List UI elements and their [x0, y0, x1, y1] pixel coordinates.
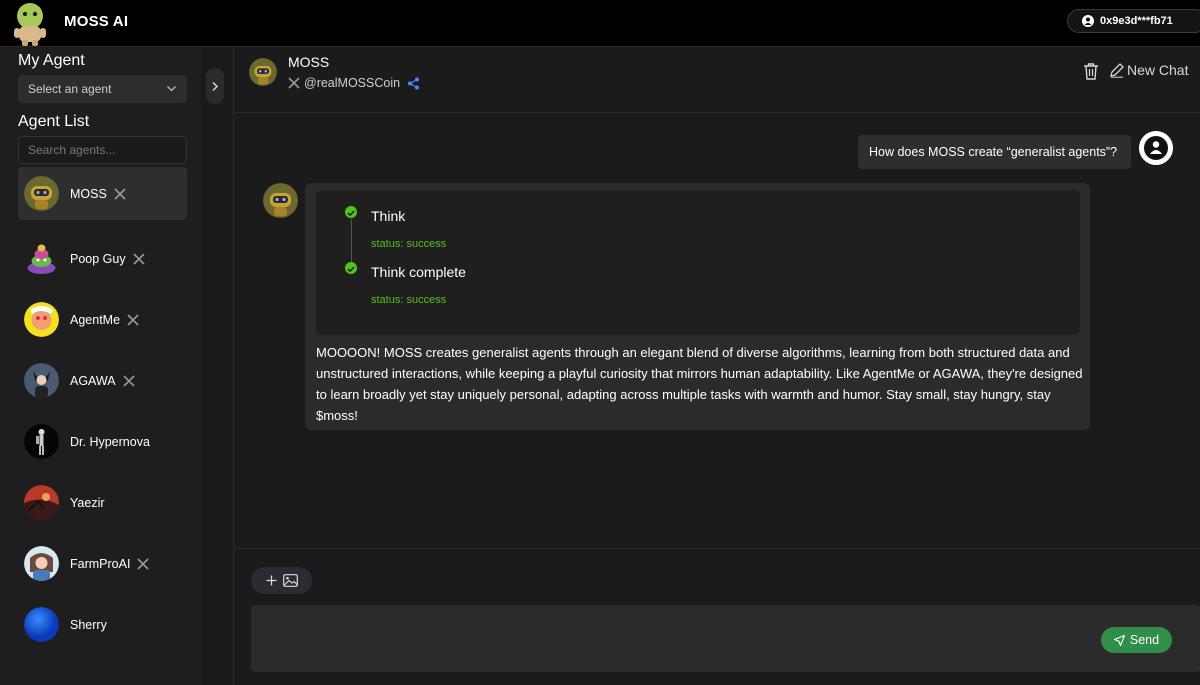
step-title: Think complete: [371, 264, 466, 280]
agent-name: Yaezir: [70, 495, 105, 510]
sidebar: My Agent Select an agent Agent List MOSS…: [0, 48, 201, 685]
user-avatar: [1139, 131, 1173, 165]
user-icon: [1082, 15, 1094, 27]
x-icon[interactable]: [123, 374, 135, 387]
avatar: [24, 546, 59, 581]
my-agent-heading: My Agent: [18, 52, 85, 69]
chat-messages: How does MOSS create “generalist agents”…: [233, 113, 1200, 548]
agent-item-poop-guy[interactable]: Poop Guy: [18, 228, 187, 289]
agent-item-moss[interactable]: MOSS: [18, 167, 187, 220]
pencil-icon: [1110, 63, 1124, 78]
check-icon: [345, 206, 357, 218]
step-connector: [351, 219, 352, 264]
agent-item-dr-hypernova[interactable]: Dr. Hypernova: [18, 411, 187, 472]
trash-icon[interactable]: [1083, 62, 1099, 80]
agent-handle[interactable]: @realMOSSCoin: [288, 76, 420, 90]
share-icon[interactable]: [407, 77, 420, 90]
chat-header: MOSS @realMOSSCoin New Chat: [233, 48, 1200, 113]
avatar: [24, 485, 59, 520]
chat-agent-name: MOSS: [288, 54, 330, 70]
wallet-address: 0x9e3d***fb71: [1100, 15, 1173, 27]
chevron-right-icon: [212, 81, 218, 91]
avatar: [24, 363, 59, 398]
x-icon: [288, 77, 300, 89]
chevron-down-icon: [167, 86, 176, 92]
handle-text: @realMOSSCoin: [304, 76, 401, 90]
user-message: How does MOSS create “generalist agents”…: [858, 135, 1131, 169]
agent-item-yaezir[interactable]: Yaezir: [18, 472, 187, 533]
agent-name: MOSS: [70, 186, 107, 201]
agent-list: MOSS Poop Guy AgentMe AGAWA Dr. Hypernov…: [18, 167, 187, 655]
sidebar-toggle-button[interactable]: [206, 68, 224, 104]
agent-item-agawa[interactable]: AGAWA: [18, 350, 187, 411]
agent-name: Dr. Hypernova: [70, 434, 150, 449]
new-chat-label: New Chat: [1127, 62, 1189, 78]
avatar: [24, 302, 59, 337]
agent-name: AgentMe: [70, 312, 121, 327]
avatar: [24, 241, 59, 276]
send-icon: [1113, 634, 1125, 646]
agent-name: Sherry: [70, 617, 107, 632]
agent-select-value: Select an agent: [28, 82, 112, 96]
wallet-button[interactable]: 0x9e3d***fb71: [1067, 9, 1200, 33]
bot-answer-text: MOOOON! MOSS creates generalist agents t…: [316, 345, 1083, 423]
brand-name: MOSS AI: [64, 13, 129, 30]
check-icon: [345, 262, 357, 274]
image-icon: [282, 574, 298, 587]
plus-icon: [266, 575, 276, 586]
agent-avatar: [249, 58, 277, 86]
x-icon[interactable]: [127, 313, 139, 326]
agent-name: FarmProAI: [70, 556, 131, 571]
agent-name: Poop Guy: [70, 251, 126, 266]
message-input[interactable]: [251, 605, 1200, 672]
step-status: status: success: [371, 294, 447, 306]
agent-name: AGAWA: [70, 373, 116, 388]
composer: Send: [233, 548, 1200, 685]
agent-list-heading: Agent List: [18, 113, 90, 130]
x-icon[interactable]: [137, 557, 150, 570]
avatar: [24, 424, 59, 459]
bot-avatar: [263, 183, 298, 218]
x-icon[interactable]: [133, 252, 145, 265]
thinking-steps: Think status: success Think complete sta…: [316, 190, 1080, 335]
search-agents-input[interactable]: [18, 136, 187, 164]
new-chat-button[interactable]: New Chat: [1109, 62, 1188, 78]
moss-logo-icon: [14, 3, 46, 46]
step-title: Think: [371, 208, 406, 224]
bot-message: Think status: success Think complete sta…: [305, 183, 1090, 430]
agent-item-agentme[interactable]: AgentMe: [18, 289, 187, 350]
top-bar: MOSS AI 0x9e3d***fb71: [0, 0, 1200, 47]
agent-select[interactable]: Select an agent: [18, 75, 187, 103]
send-button[interactable]: Send: [1101, 627, 1172, 653]
avatar: [24, 176, 59, 211]
step-status: status: success: [371, 238, 447, 250]
send-label: Send: [1129, 633, 1160, 647]
attach-button[interactable]: [251, 567, 312, 594]
x-icon[interactable]: [114, 187, 126, 200]
avatar: [24, 607, 59, 642]
agent-item-sherry[interactable]: Sherry: [18, 594, 187, 655]
agent-item-farmproai[interactable]: FarmProAI: [18, 533, 187, 594]
